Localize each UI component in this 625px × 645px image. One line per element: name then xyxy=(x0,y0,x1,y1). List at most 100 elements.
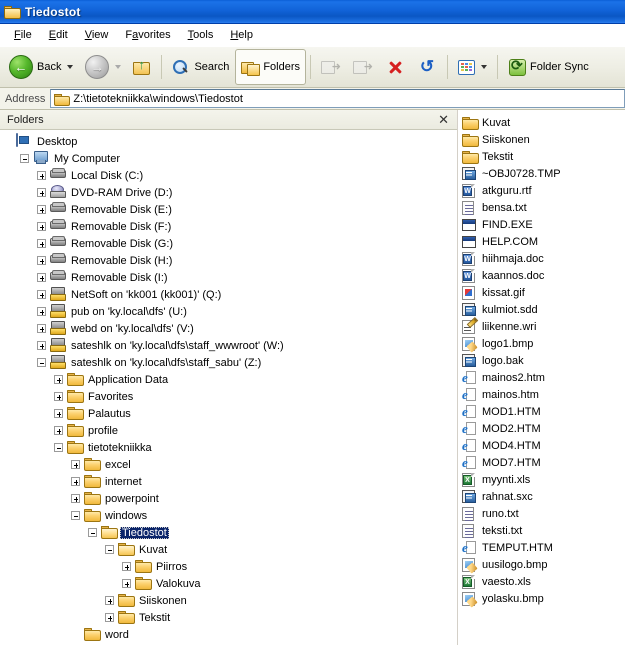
expand-plus-icon[interactable] xyxy=(37,273,46,282)
menu-favorites[interactable]: Favorites xyxy=(117,27,178,43)
up-button[interactable] xyxy=(127,49,157,85)
tree-item[interactable]: windows xyxy=(0,507,457,524)
undo-button[interactable]: ↺ xyxy=(411,49,443,85)
expand-plus-icon[interactable] xyxy=(105,596,114,605)
file-list-item[interactable]: Xmyynti.xls xyxy=(462,471,625,488)
expand-plus-icon[interactable] xyxy=(71,477,80,486)
expand-plus-icon[interactable] xyxy=(54,409,63,418)
file-list-item[interactable]: runo.txt xyxy=(462,505,625,522)
tree-item[interactable]: Palautus xyxy=(0,405,457,422)
collapse-minus-icon[interactable] xyxy=(37,358,46,367)
file-list-item[interactable]: yolasku.bmp xyxy=(462,590,625,607)
file-list-item[interactable]: Siiskonen xyxy=(462,131,625,148)
file-list-item[interactable]: e TEMPUT.HTM xyxy=(462,539,625,556)
file-list-item[interactable]: uusilogo.bmp xyxy=(462,556,625,573)
tree-item[interactable]: Removable Disk (F:) xyxy=(0,218,457,235)
tree-item[interactable]: excel xyxy=(0,456,457,473)
expand-plus-icon[interactable] xyxy=(37,324,46,333)
file-list-item[interactable]: Watkguru.rtf xyxy=(462,182,625,199)
expand-plus-icon[interactable] xyxy=(37,239,46,248)
file-list-item[interactable]: FIND.EXE xyxy=(462,216,625,233)
file-list-item[interactable]: Xvaesto.xls xyxy=(462,573,625,590)
tree-item[interactable]: Tekstit xyxy=(0,609,457,626)
file-list-item[interactable]: liikenne.wri xyxy=(462,318,625,335)
close-icon[interactable]: ✕ xyxy=(436,113,451,126)
file-list-item[interactable]: e mainos.htm xyxy=(462,386,625,403)
file-list-item[interactable]: e mainos2.htm xyxy=(462,369,625,386)
file-list-item[interactable]: e MOD4.HTM xyxy=(462,437,625,454)
file-list-item[interactable]: Tekstit xyxy=(462,148,625,165)
tree-item[interactable]: pub on 'ky.local\dfs' (U:) xyxy=(0,303,457,320)
tree-item[interactable]: word xyxy=(0,626,457,643)
expand-plus-icon[interactable] xyxy=(37,188,46,197)
tree-item[interactable]: sateshlk on 'ky.local\dfs\staff_wwwroot'… xyxy=(0,337,457,354)
views-dropdown-caret[interactable] xyxy=(481,65,488,69)
folders-button[interactable]: Folders xyxy=(235,49,307,85)
tree-item[interactable]: powerpoint xyxy=(0,490,457,507)
forward-button[interactable]: → xyxy=(79,49,127,85)
tree-item[interactable]: Removable Disk (H:) xyxy=(0,252,457,269)
file-list-item[interactable]: kulmiot.sdd xyxy=(462,301,625,318)
menu-help[interactable]: Help xyxy=(222,27,261,43)
tree-item[interactable]: profile xyxy=(0,422,457,439)
collapse-minus-icon[interactable] xyxy=(105,545,114,554)
file-list-item[interactable]: Wkaannos.doc xyxy=(462,267,625,284)
file-list-item[interactable]: e MOD1.HTM xyxy=(462,403,625,420)
tree-item[interactable]: Removable Disk (I:) xyxy=(0,269,457,286)
tree-item[interactable]: tietotekniikka xyxy=(0,439,457,456)
tree-item[interactable]: Desktop xyxy=(0,133,457,150)
tree-item[interactable]: My Computer xyxy=(0,150,457,167)
file-list-item[interactable]: teksti.txt xyxy=(462,522,625,539)
back-button[interactable]: ← Back xyxy=(3,49,79,85)
file-list-item[interactable]: Whiihmaja.doc xyxy=(462,250,625,267)
file-list-item[interactable]: rahnat.sxc xyxy=(462,488,625,505)
forward-dropdown-caret[interactable] xyxy=(115,65,122,69)
menu-file[interactable]: File xyxy=(6,27,40,43)
expand-plus-icon[interactable] xyxy=(71,494,80,503)
tree-item[interactable]: webd on 'ky.local\dfs' (V:) xyxy=(0,320,457,337)
collapse-minus-icon[interactable] xyxy=(88,528,97,537)
file-list-item[interactable]: logo1.bmp xyxy=(462,335,625,352)
file-list-item[interactable]: e MOD7.HTM xyxy=(462,454,625,471)
move-to-button[interactable] xyxy=(315,49,347,85)
tree-item[interactable]: Valokuva xyxy=(0,575,457,592)
file-list-item[interactable]: logo.bak xyxy=(462,352,625,369)
tree-item[interactable]: Favorites xyxy=(0,388,457,405)
expand-plus-icon[interactable] xyxy=(71,460,80,469)
expand-plus-icon[interactable] xyxy=(37,222,46,231)
tree-item[interactable]: Application Data xyxy=(0,371,457,388)
collapse-minus-icon[interactable] xyxy=(71,511,80,520)
tree-item[interactable]: Removable Disk (E:) xyxy=(0,201,457,218)
collapse-minus-icon[interactable] xyxy=(54,443,63,452)
tree-item[interactable]: NetSoft on 'kk001 (kk001)' (Q:) xyxy=(0,286,457,303)
address-input[interactable]: Z:\tietotekniikka\windows\Tiedostot xyxy=(50,89,625,108)
expand-plus-icon[interactable] xyxy=(54,392,63,401)
file-list-item[interactable]: ~OBJ0728.TMP xyxy=(462,165,625,182)
tree-item[interactable]: Kuvat xyxy=(0,541,457,558)
tree-item[interactable]: Siiskonen xyxy=(0,592,457,609)
search-button[interactable]: Search xyxy=(166,49,235,85)
expand-plus-icon[interactable] xyxy=(37,290,46,299)
delete-button[interactable] xyxy=(379,49,411,85)
tree-item-selected[interactable]: Tiedostot xyxy=(0,524,457,541)
folder-sync-button[interactable]: Folder Sync xyxy=(502,49,595,85)
expand-plus-icon[interactable] xyxy=(37,205,46,214)
menu-tools[interactable]: Tools xyxy=(180,27,222,43)
expand-plus-icon[interactable] xyxy=(37,171,46,180)
collapse-minus-icon[interactable] xyxy=(20,154,29,163)
tree-item[interactable]: Removable Disk (G:) xyxy=(0,235,457,252)
copy-to-button[interactable] xyxy=(347,49,379,85)
expand-plus-icon[interactable] xyxy=(105,613,114,622)
file-list-item[interactable]: bensa.txt xyxy=(462,199,625,216)
views-button[interactable] xyxy=(452,49,493,85)
file-list-item[interactable]: Kuvat xyxy=(462,114,625,131)
tree-item[interactable]: internet xyxy=(0,473,457,490)
tree-item[interactable]: Piirros xyxy=(0,558,457,575)
menu-edit[interactable]: Edit xyxy=(41,27,76,43)
expand-plus-icon[interactable] xyxy=(37,341,46,350)
tree-item[interactable]: DVD-RAM Drive (D:) xyxy=(0,184,457,201)
file-list-item[interactable]: e MOD2.HTM xyxy=(462,420,625,437)
file-list-item[interactable]: HELP.COM xyxy=(462,233,625,250)
back-dropdown-caret[interactable] xyxy=(67,65,74,69)
tree-item[interactable]: Local Disk (C:) xyxy=(0,167,457,184)
